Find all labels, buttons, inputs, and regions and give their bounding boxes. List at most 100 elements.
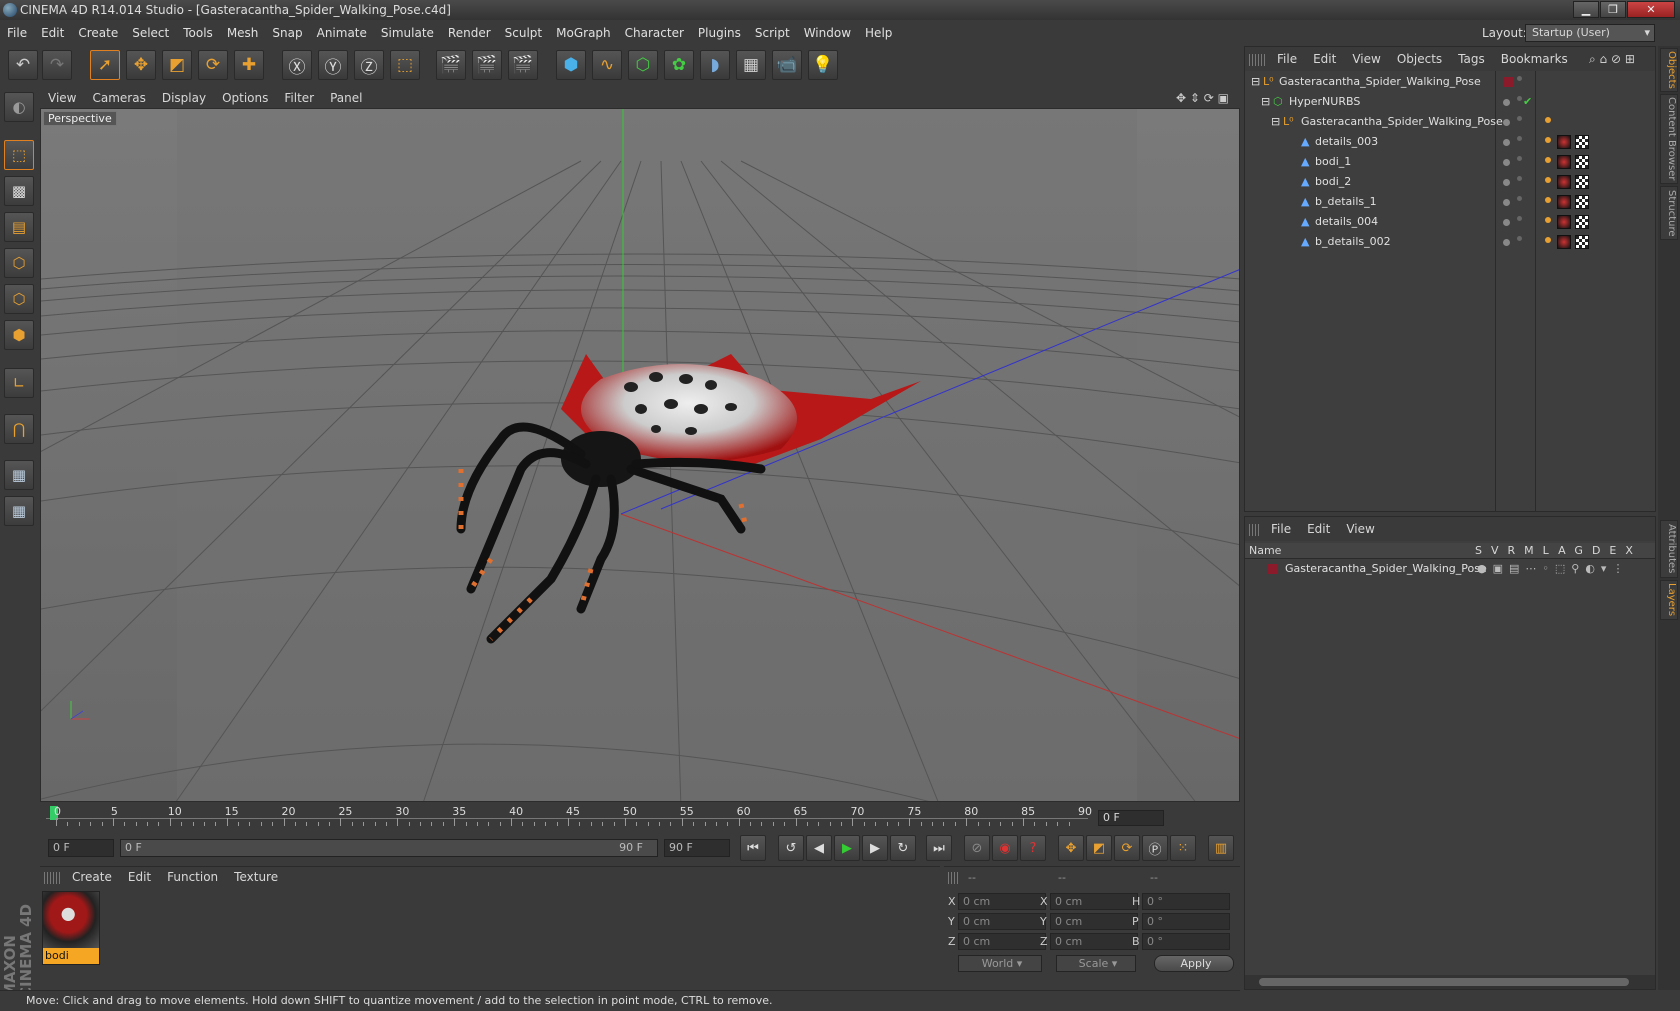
uvw-tag-icon[interactable] [1575, 135, 1589, 149]
next-frame-button[interactable]: ▶ [862, 835, 888, 861]
move-tool-button[interactable]: ✥ [126, 50, 156, 80]
workplane-align-button[interactable]: ▦ [4, 496, 34, 526]
render-visibility-dot[interactable] [1517, 216, 1522, 221]
editor-visibility-dot[interactable] [1503, 159, 1510, 166]
add-nurbs-button[interactable]: ⬡ [628, 50, 658, 80]
position-y-field[interactable]: 0 cm [958, 913, 1046, 930]
keyframe-selection-button[interactable]: ? [1020, 835, 1046, 861]
coordinate-system-button[interactable]: ⬚ [390, 50, 420, 80]
obj-menu-bookmarks[interactable]: Bookmarks [1493, 47, 1576, 71]
render-visibility-dot[interactable] [1517, 116, 1522, 121]
material-tag-icon[interactable] [1557, 175, 1571, 189]
uvw-tag-icon[interactable] [1575, 215, 1589, 229]
editor-visibility-dot[interactable] [1503, 199, 1510, 206]
prev-frame-button[interactable]: ◀ [806, 835, 832, 861]
editor-visibility-dot[interactable] [1503, 239, 1510, 246]
menu-mograph[interactable]: MoGraph [549, 22, 618, 44]
render-view-button[interactable]: 🎬 [436, 50, 466, 80]
layer-row[interactable]: Gasteracantha_Spider_Walking_Pose ●▣▤⋯◦⬚… [1245, 560, 1655, 578]
close-button[interactable]: ✕ [1627, 1, 1675, 18]
maximize-button[interactable]: ❐ [1600, 1, 1626, 18]
tab-structure[interactable]: Structure [1660, 186, 1678, 240]
timeline-button[interactable]: ▥ [1208, 835, 1234, 861]
make-editable-button[interactable]: ◐ [4, 92, 34, 122]
uvw-tag-icon[interactable] [1575, 175, 1589, 189]
tab-attributes[interactable]: Attributes [1660, 520, 1678, 578]
z-axis-button[interactable]: Ⓩ [354, 50, 384, 80]
vp-menu-view[interactable]: View [40, 88, 84, 108]
layout-dropdown[interactable]: Startup (User) ▾ [1525, 24, 1655, 42]
render-visibility-dot[interactable] [1517, 176, 1522, 181]
play-button[interactable]: ▶ [834, 835, 860, 861]
menu-file[interactable]: File [0, 22, 34, 44]
render-visibility-dot[interactable] [1517, 96, 1522, 101]
menu-simulate[interactable]: Simulate [374, 22, 441, 44]
layer-menu-view[interactable]: View [1338, 517, 1382, 541]
phong-tag-icon[interactable] [1545, 197, 1551, 203]
mat-menu-edit[interactable]: Edit [120, 867, 159, 887]
menu-create[interactable]: Create [71, 22, 125, 44]
mat-menu-function[interactable]: Function [159, 867, 226, 887]
phong-tag-icon[interactable] [1545, 237, 1551, 243]
render-visibility-dot[interactable] [1517, 156, 1522, 161]
material-tag-icon[interactable] [1557, 215, 1571, 229]
apply-button[interactable]: Apply [1154, 955, 1234, 972]
frame-range-slider[interactable]: 0 F 90 F [120, 839, 658, 857]
minimize-button[interactable]: ▁ [1573, 1, 1599, 18]
menu-sculpt[interactable]: Sculpt [498, 22, 549, 44]
object-row-bodi-1[interactable]: ▲ bodi_1 [1245, 152, 1655, 172]
position-x-field[interactable]: 0 cm [958, 893, 1046, 910]
rotation-b-field[interactable]: 0 ° [1142, 933, 1230, 950]
material-tag-icon[interactable] [1557, 235, 1571, 249]
obj-menu-edit[interactable]: Edit [1305, 47, 1344, 71]
enabled-check-icon[interactable]: ✔ [1523, 92, 1532, 112]
current-frame-field[interactable]: 0 F [1098, 810, 1164, 826]
vp-menu-cameras[interactable]: Cameras [84, 88, 153, 108]
polygons-mode-button[interactable]: ⬢ [4, 320, 34, 350]
workplane-lock-button[interactable]: ▦ [4, 460, 34, 490]
object-row-details-004[interactable]: ▲ details_004 [1245, 212, 1655, 232]
menu-help[interactable]: Help [858, 22, 899, 44]
tab-layers[interactable]: Layers [1660, 580, 1678, 620]
redo-button[interactable]: ↷ [42, 50, 72, 80]
layer-color-swatch[interactable] [1503, 77, 1513, 87]
goto-start-button[interactable]: ⏮ [740, 835, 766, 861]
menu-character[interactable]: Character [618, 22, 691, 44]
size-x-field[interactable]: 0 cm [1050, 893, 1138, 910]
edges-mode-button[interactable]: ⬡ [4, 284, 34, 314]
next-key-button[interactable]: ↻ [890, 835, 916, 861]
menu-select[interactable]: Select [125, 22, 176, 44]
live-selection-button[interactable]: ➚ [90, 50, 120, 80]
key-pla-button[interactable]: ⁙ [1170, 835, 1196, 861]
object-row-details-003[interactable]: ▲ details_003 [1245, 132, 1655, 152]
x-axis-button[interactable]: Ⓧ [282, 50, 312, 80]
add-deformer-button[interactable]: ◗ [700, 50, 730, 80]
obj-menu-tags[interactable]: Tags [1450, 47, 1493, 71]
key-scale-button[interactable]: ◩ [1086, 835, 1112, 861]
menu-snap[interactable]: Snap [265, 22, 309, 44]
model-mode-button[interactable]: ⬚ [4, 140, 34, 170]
axis-mode-button[interactable]: ∟ [4, 368, 34, 398]
editor-visibility-dot[interactable] [1503, 179, 1510, 186]
goto-end-button[interactable]: ⏭ [926, 835, 952, 861]
object-row-hypernurbs[interactable]: ⊟ ⬡ HyperNURBS ✔ [1245, 92, 1655, 112]
menu-animate[interactable]: Animate [310, 22, 374, 44]
layer-horizontal-scrollbar[interactable] [1245, 975, 1655, 989]
layer-menu-edit[interactable]: Edit [1299, 517, 1338, 541]
rotate-tool-button[interactable]: ⟳ [198, 50, 228, 80]
object-row-b-details-1[interactable]: ▲ b_details_1 [1245, 192, 1655, 212]
rotation-p-field[interactable]: 0 ° [1142, 913, 1230, 930]
menu-script[interactable]: Script [748, 22, 797, 44]
scrollbar-thumb[interactable] [1259, 978, 1629, 986]
phong-tag-icon[interactable] [1545, 177, 1551, 183]
y-axis-button[interactable]: Ⓨ [318, 50, 348, 80]
viewport-nav-icons[interactable]: ✥ ⇕ ⟳ ▣ [1168, 88, 1237, 108]
render-visibility-dot[interactable] [1517, 196, 1522, 201]
scale-tool-button[interactable]: ◩ [162, 50, 192, 80]
add-light-button[interactable]: 💡 [808, 50, 838, 80]
obj-menu-objects[interactable]: Objects [1389, 47, 1450, 71]
obj-menu-view[interactable]: View [1344, 47, 1388, 71]
auto-key-button[interactable]: ◉ [992, 835, 1018, 861]
object-row-b-details-002[interactable]: ▲ b_details_002 [1245, 232, 1655, 252]
key-rotation-button[interactable]: ⟳ [1114, 835, 1140, 861]
